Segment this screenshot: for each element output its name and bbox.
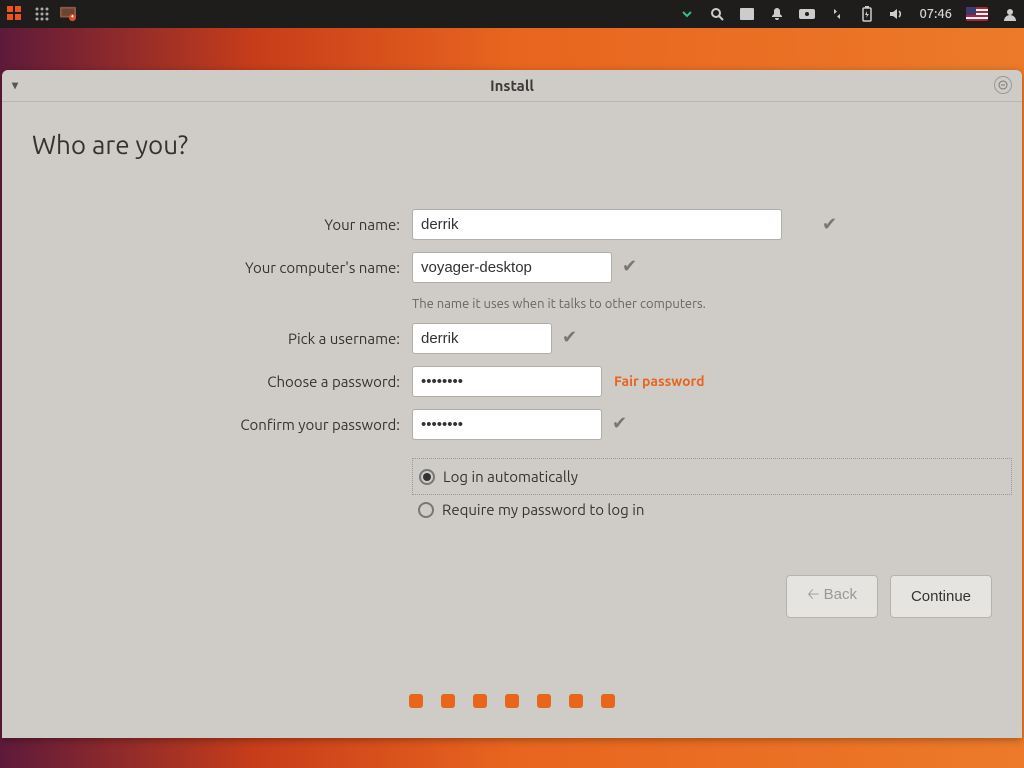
checkmark-icon: ✔ (612, 256, 637, 276)
dot-icon (409, 694, 423, 708)
battery-icon[interactable] (859, 6, 875, 22)
search-icon[interactable] (709, 6, 725, 22)
apps-grid-icon[interactable] (34, 6, 50, 22)
back-button[interactable]: 🡠 Back (786, 575, 878, 618)
close-icon[interactable] (994, 76, 1012, 94)
username-input[interactable] (412, 323, 552, 354)
computer-name-label: Your computer's name: (32, 259, 412, 276)
volume-icon[interactable] (889, 6, 905, 22)
login-require-label: Require my password to log in (442, 501, 644, 518)
password-label: Choose a password: (32, 373, 412, 390)
password-strength: Fair password (602, 373, 705, 389)
checkmark-icon: ✔ (602, 413, 627, 433)
dot-icon (473, 694, 487, 708)
launcher-icon[interactable] (6, 5, 24, 23)
dot-icon (569, 694, 583, 708)
network-icon[interactable] (829, 6, 845, 22)
top-panel: 07:46 (0, 0, 1024, 28)
checkmark-icon: ✔ (552, 327, 577, 347)
progress-dots (2, 694, 1022, 708)
computer-name-hint: The name it uses when it talks to other … (412, 295, 1012, 311)
bell-icon[interactable] (769, 6, 785, 22)
camera-icon[interactable] (799, 6, 815, 22)
continue-button[interactable]: Continue (890, 575, 992, 618)
page-title: Who are you? (32, 130, 992, 159)
username-label: Pick a username: (32, 330, 412, 347)
window-title: Install (490, 77, 534, 94)
radio-checked-icon (419, 469, 435, 485)
dot-icon (601, 694, 615, 708)
window-icon[interactable] (739, 6, 755, 22)
your-name-input[interactable] (412, 209, 782, 240)
confirm-password-label: Confirm your password: (32, 416, 412, 433)
installer-task-icon[interactable] (60, 6, 76, 22)
your-name-label: Your name: (32, 216, 412, 233)
radio-unchecked-icon (418, 502, 434, 518)
computer-name-input[interactable] (412, 252, 612, 283)
chevron-down-icon[interactable] (679, 6, 695, 22)
dot-icon (505, 694, 519, 708)
locale-flag-icon[interactable] (966, 7, 988, 21)
dot-icon (537, 694, 551, 708)
dot-icon (441, 694, 455, 708)
confirm-password-input[interactable] (412, 409, 602, 440)
login-auto-label: Log in automatically (443, 468, 578, 485)
password-input[interactable] (412, 366, 602, 397)
clock[interactable]: 07:46 (919, 7, 952, 21)
user-icon[interactable] (1002, 6, 1018, 22)
login-auto-option[interactable]: Log in automatically (412, 458, 1012, 495)
window-titlebar: ▾ Install (2, 70, 1022, 102)
checkmark-icon: ✔ (812, 214, 1012, 235)
rollup-icon[interactable]: ▾ (12, 78, 18, 92)
installer-window: ▾ Install Who are you? Your name: ✔ Your… (2, 70, 1022, 738)
user-form: Your name: ✔ Your computer's name: ✔ The… (32, 209, 992, 536)
login-require-option[interactable]: Require my password to log in (412, 495, 1012, 524)
